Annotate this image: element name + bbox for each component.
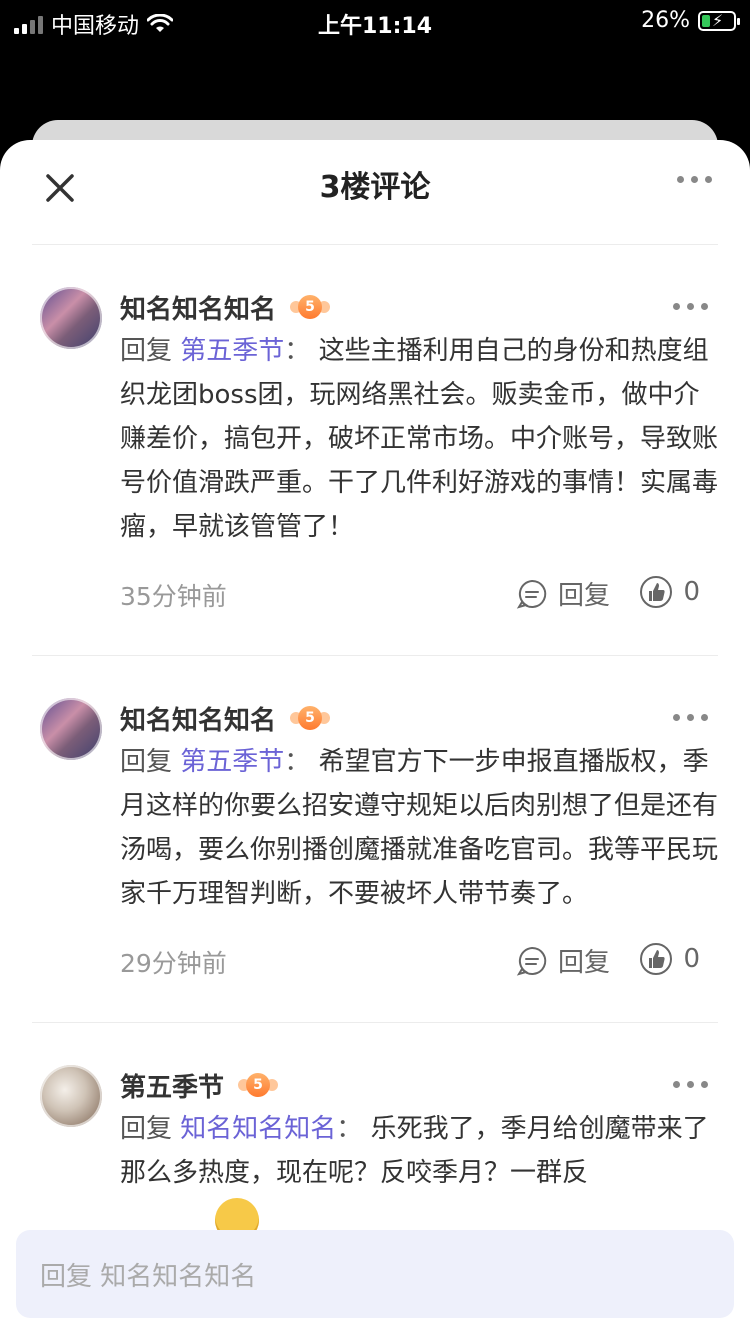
level-badge-icon: 5 bbox=[290, 293, 331, 321]
comment-item: 第五季节 5 回复 知名知名知名： 乐死我了，季月给创魔带来了那么多热度，现在呢… bbox=[0, 1023, 750, 1195]
mention-link[interactable]: 知名知名知名 bbox=[180, 1114, 336, 1144]
comment-username[interactable]: 第五季节 bbox=[120, 1067, 224, 1104]
like-button[interactable]: 0 bbox=[639, 575, 700, 609]
avatar[interactable] bbox=[40, 1065, 102, 1127]
comment-more-icon[interactable] bbox=[673, 303, 708, 310]
comment-time: 29分钟前 bbox=[120, 949, 227, 978]
comment-item: 知名知名知名 5 回复 第五季节： 这些主播利用自己的身份和热度组织龙团boss… bbox=[0, 245, 750, 627]
comment-text: 回复 第五季节： 希望官方下一步申报直播版权，季月这样的你要么招安遵守规矩以后肉… bbox=[120, 747, 719, 909]
clock: 上午11:14 bbox=[317, 14, 433, 39]
mention-link[interactable]: 第五季节 bbox=[180, 747, 284, 777]
comment-more-icon[interactable] bbox=[673, 1081, 708, 1088]
more-options-icon[interactable] bbox=[677, 176, 712, 183]
sheet-title: 3楼评论 bbox=[319, 170, 431, 205]
comment-text: 回复 知名知名知名： 乐死我了，季月给创魔带来了那么多热度，现在呢？反咬季月？一… bbox=[120, 1114, 709, 1188]
like-count: 0 bbox=[683, 944, 700, 974]
avatar[interactable] bbox=[40, 698, 102, 760]
comment-text: 回复 第五季节： 这些主播利用自己的身份和热度组织龙团boss团，玩网络黑社会。… bbox=[120, 336, 719, 542]
reply-input[interactable]: 回复 知名知名知名 bbox=[16, 1230, 734, 1318]
comment-time: 35分钟前 bbox=[120, 582, 227, 611]
comment-username[interactable]: 知名知名知名 bbox=[120, 289, 276, 326]
like-count: 0 bbox=[683, 577, 700, 607]
comment-more-icon[interactable] bbox=[673, 714, 708, 721]
reply-button[interactable]: 回复 bbox=[516, 942, 610, 979]
mention-link[interactable]: 第五季节 bbox=[180, 336, 284, 366]
thumbs-up-icon bbox=[640, 576, 673, 608]
level-badge-icon: 5 bbox=[290, 704, 331, 732]
reply-input-placeholder: 回复 知名知名知名 bbox=[40, 1261, 257, 1292]
comment-username[interactable]: 知名知名知名 bbox=[120, 700, 276, 737]
comment-bubble-icon bbox=[516, 579, 547, 609]
comment-sheet: 3楼评论 知名知名知名 5 回复 第五季节： 这些主播利用自己的身份和热度组织龙… bbox=[0, 140, 750, 1334]
like-button[interactable]: 0 bbox=[639, 942, 700, 976]
battery-group: 26% ⚡ bbox=[641, 8, 740, 33]
sheet-header: 3楼评论 bbox=[0, 140, 750, 244]
comment-bubble-icon bbox=[516, 946, 547, 976]
comment-item: 知名知名知名 5 回复 第五季节： 希望官方下一步申报直播版权，季月这样的你要么… bbox=[0, 656, 750, 994]
thumbs-up-icon bbox=[640, 943, 673, 975]
reply-button[interactable]: 回复 bbox=[516, 575, 610, 612]
battery-percent: 26% bbox=[641, 8, 690, 33]
comment-footer: 29分钟前 回复 0 bbox=[120, 934, 718, 994]
avatar[interactable] bbox=[40, 287, 102, 349]
level-badge-icon: 5 bbox=[238, 1071, 279, 1099]
comment-footer: 35分钟前 回复 0 bbox=[120, 567, 718, 627]
status-bar: 中国移动 上午11:14 26% ⚡ bbox=[0, 0, 750, 40]
battery-icon: ⚡ bbox=[698, 10, 740, 31]
